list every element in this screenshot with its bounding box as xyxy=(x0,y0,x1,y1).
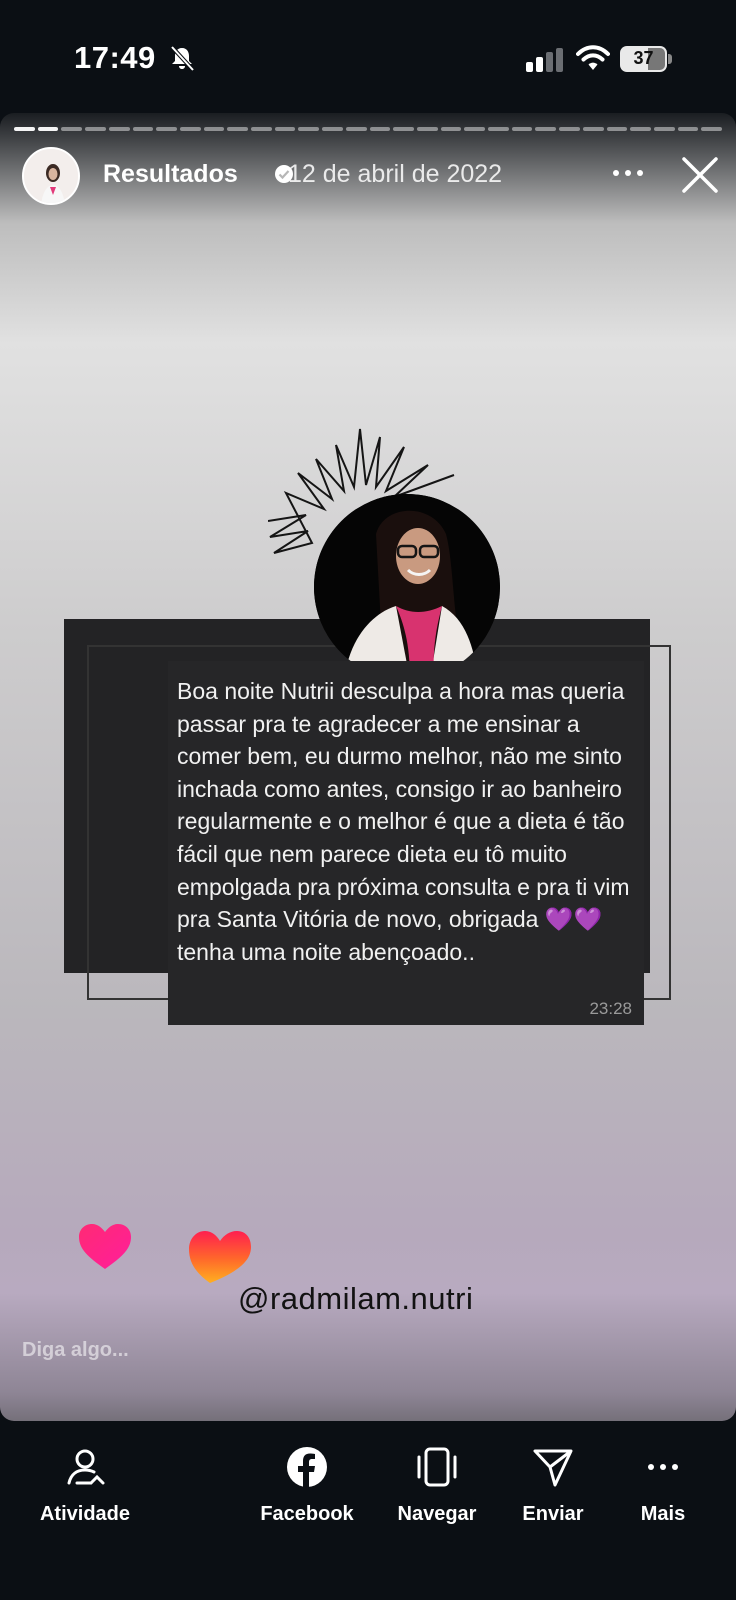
facebook-icon xyxy=(287,1447,327,1487)
story-author[interactable]: Resultados xyxy=(103,160,238,189)
message-time: 23:28 xyxy=(589,999,632,1018)
battery-icon: 37 xyxy=(620,46,672,72)
gradient-heart-icon xyxy=(189,1231,251,1283)
story-card[interactable]: Resultados 12 de abril de 2022 Boa noite… xyxy=(0,113,736,1421)
heart-icon xyxy=(79,1224,131,1269)
status-time: 17:49 xyxy=(74,40,156,75)
status-bar: 17:49 37 xyxy=(0,0,736,112)
signal-icon xyxy=(526,48,563,72)
nav-browse-label: Navegar xyxy=(397,1503,477,1525)
nav-facebook-label: Facebook xyxy=(260,1503,354,1525)
close-icon[interactable] xyxy=(678,153,722,197)
wifi-icon xyxy=(576,45,610,70)
story-progress-bar xyxy=(14,127,723,131)
more-dots-icon xyxy=(648,1464,678,1470)
mention-handle[interactable]: @radmilam.nutri xyxy=(238,1281,473,1317)
profile-photo xyxy=(314,494,500,680)
message-text: Boa noite Nutrii desculpa a hora mas que… xyxy=(177,678,630,965)
send-icon xyxy=(533,1449,573,1487)
nav-activity-label: Atividade xyxy=(39,1503,131,1525)
nav-more-label: Mais xyxy=(640,1503,686,1525)
story-viewer-screen: 17:49 37 Resultados 12 de abril de 2022 … xyxy=(0,0,736,1600)
nav-browse[interactable]: Navegar xyxy=(372,1445,502,1535)
battery-percent: 37 xyxy=(633,48,654,68)
message-screenshot: Boa noite Nutrii desculpa a hora mas que… xyxy=(168,661,644,1025)
story-date: 12 de abril de 2022 xyxy=(288,160,503,188)
avatar[interactable] xyxy=(22,147,80,205)
nav-facebook[interactable]: Facebook xyxy=(242,1445,372,1535)
story-header: Resultados 12 de abril de 2022 xyxy=(22,147,722,207)
more-icon[interactable] xyxy=(608,161,648,185)
reply-input[interactable]: Diga algo... xyxy=(22,1339,129,1362)
bottom-navigation: Atividade Facebook Navegar Enviar Mais xyxy=(0,1421,736,1600)
nav-activity[interactable]: Atividade xyxy=(20,1445,150,1535)
mute-icon xyxy=(170,45,195,72)
activity-icon xyxy=(67,1449,105,1485)
nav-more[interactable]: Mais xyxy=(598,1445,728,1535)
browse-icon xyxy=(417,1447,457,1487)
